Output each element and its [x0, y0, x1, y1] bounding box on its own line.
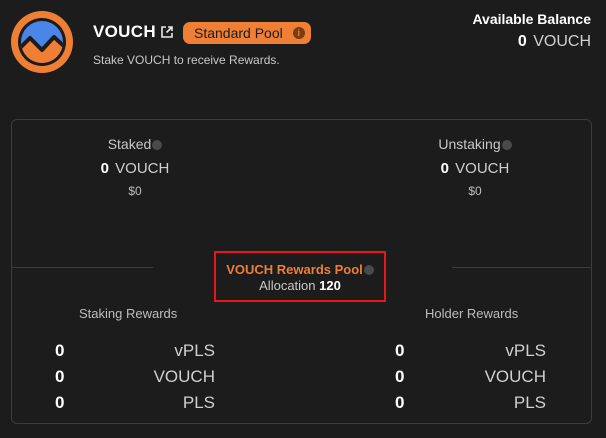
allocation-label: Allocation — [259, 278, 316, 293]
allocation-value: 120 — [319, 278, 341, 293]
unstaking-stat: Unstaking 0 VOUCH $0 — [395, 136, 555, 198]
reward-token: vPLS — [174, 341, 215, 360]
staking-rewards-title: Staking Rewards — [79, 306, 178, 321]
staked-label-text: Staked — [107, 136, 152, 152]
holder-reward-row-vpls: 0 vPLS — [395, 341, 546, 363]
rewards-pool-title: VOUCH Rewards Pool — [216, 262, 384, 277]
info-icon[interactable] — [363, 265, 374, 275]
divider-right — [452, 267, 591, 268]
unstaking-unit: VOUCH — [455, 160, 510, 177]
holder-rewards-title: Holder Rewards — [425, 306, 519, 321]
divider-left — [12, 267, 153, 268]
info-icon[interactable] — [152, 140, 163, 150]
vouch-logo-icon — [11, 11, 73, 73]
reward-amount: 0 — [55, 367, 65, 386]
staked-stat: Staked 0 VOUCH $0 — [55, 136, 215, 198]
staked-value: 0 VOUCH — [55, 160, 215, 177]
pool-description: Stake VOUCH to receive Rewards. — [93, 53, 280, 67]
staked-unit: VOUCH — [115, 160, 170, 177]
pool-type-badge: Standard Pool i — [183, 22, 311, 44]
unstaking-label: Unstaking — [438, 136, 512, 152]
holder-reward-row-pls: 0 PLS — [395, 393, 546, 415]
reward-amount: 0 — [395, 393, 405, 412]
available-balance-unit: VOUCH — [533, 33, 591, 50]
staked-label: Staked — [108, 136, 163, 152]
staking-reward-row-vouch: 0 VOUCH — [55, 367, 215, 389]
unstaking-label-text: Unstaking — [438, 136, 501, 152]
info-icon[interactable] — [501, 140, 512, 150]
rewards-pool-title-text: VOUCH Rewards Pool — [226, 262, 363, 277]
unstaking-usd: $0 — [468, 184, 482, 198]
rewards-pool-box: VOUCH Rewards Pool Allocation 120 — [214, 251, 386, 302]
reward-token: vPLS — [505, 341, 546, 360]
info-icon[interactable]: i — [292, 27, 305, 39]
allocation: Allocation 120 — [216, 278, 384, 293]
staked-amount: 0 — [100, 160, 109, 177]
staked-usd: $0 — [128, 184, 142, 198]
unstaking-amount: 0 — [440, 160, 449, 177]
staking-reward-row-pls: 0 PLS — [55, 393, 215, 415]
available-balance-amount: 0 — [517, 33, 527, 50]
token-name-link[interactable]: VOUCH — [93, 22, 156, 42]
reward-token: VOUCH — [484, 367, 546, 386]
pool-header: VOUCH Standard Pool i Stake VOUCH to rec… — [0, 0, 606, 110]
pool-type-label: Standard Pool — [194, 25, 283, 41]
available-balance-label: Available Balance — [472, 11, 591, 27]
reward-amount: 0 — [55, 341, 65, 360]
staking-reward-row-vpls: 0 vPLS — [55, 341, 215, 363]
reward-token: PLS — [182, 393, 215, 412]
staking-card: Staked 0 VOUCH $0 Unstaking 0 VOUCH $0 V… — [11, 119, 592, 424]
reward-token: PLS — [513, 393, 546, 412]
external-link-icon[interactable] — [160, 25, 174, 39]
holder-reward-row-vouch: 0 VOUCH — [395, 367, 546, 389]
reward-amount: 0 — [395, 367, 405, 386]
unstaking-value: 0 VOUCH — [395, 160, 555, 177]
reward-amount: 0 — [395, 341, 405, 360]
reward-token: VOUCH — [153, 367, 215, 386]
reward-amount: 0 — [55, 393, 65, 412]
available-balance-value: 0 VOUCH — [518, 33, 591, 51]
